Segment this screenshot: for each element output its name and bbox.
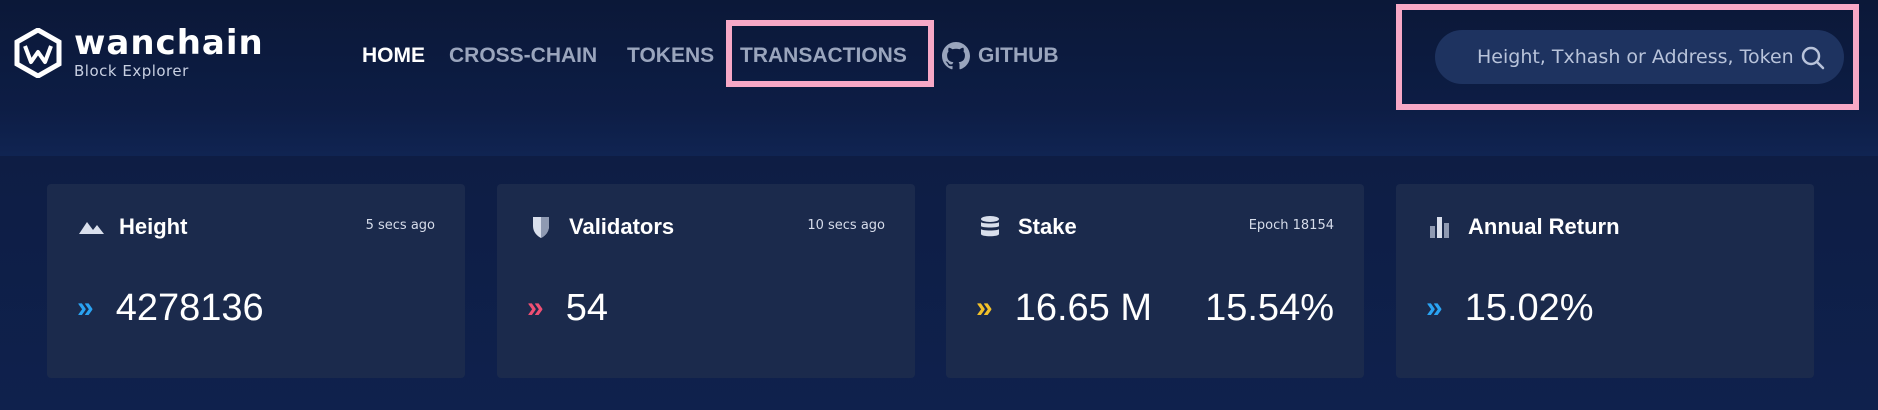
stat-value: 4278136 — [115, 287, 264, 329]
stat-card-stake: Stake Epoch 18154 » 16.65 M 15.54% — [946, 184, 1364, 378]
database-icon — [981, 216, 999, 237]
stat-title: Validators — [569, 214, 675, 239]
stat-card-height: Height 5 secs ago » 4278136 — [47, 184, 465, 378]
stat-title: Stake — [1018, 214, 1077, 239]
chevron-right-icon: » — [77, 291, 94, 324]
nav-home[interactable]: HOME — [362, 42, 425, 70]
stat-value-secondary: 15.54% — [1205, 287, 1334, 329]
nav-github[interactable]: GITHUB — [942, 42, 1059, 70]
brand-logo[interactable]: wanchain Block Explorer — [14, 26, 264, 80]
stat-meta: 10 secs ago — [807, 218, 885, 233]
search-input[interactable] — [1435, 30, 1844, 84]
wanchain-logo-icon — [14, 28, 62, 78]
brand-subtitle: Block Explorer — [74, 62, 189, 80]
stat-card-annual-return: Annual Return » 15.02% — [1396, 184, 1814, 378]
bar-chart-icon — [1430, 217, 1449, 238]
stat-meta: 5 secs ago — [365, 218, 435, 233]
chevron-right-icon: » — [976, 291, 993, 324]
shield-icon — [533, 217, 549, 238]
top-header: wanchain Block Explorer HOME CROSS-CHAIN… — [0, 0, 1878, 156]
nav-transactions[interactable]: TRANSACTIONS — [740, 42, 907, 70]
nav-tokens[interactable]: TOKENS — [627, 42, 714, 70]
stat-value: 15.02% — [1464, 287, 1594, 329]
brand-name: wanchain — [74, 23, 264, 63]
stat-card-validators: Validators 10 secs ago » 54 — [497, 184, 915, 378]
chevron-right-icon: » — [1426, 291, 1443, 324]
stats-section: Height 5 secs ago » 4278136 Validators 1… — [0, 156, 1878, 410]
mountain-icon — [79, 222, 104, 234]
stat-title: Annual Return — [1468, 214, 1620, 239]
stat-meta: Epoch 18154 — [1248, 218, 1334, 233]
search-icon[interactable] — [1800, 45, 1826, 71]
chevron-right-icon: » — [527, 291, 544, 324]
nav-github-label: GITHUB — [978, 44, 1059, 67]
nav-cross-chain[interactable]: CROSS-CHAIN — [449, 42, 597, 70]
stat-value: 54 — [565, 287, 608, 329]
stat-title: Height — [119, 214, 188, 239]
github-icon — [942, 42, 970, 70]
stat-value: 16.65 M — [1014, 287, 1152, 329]
